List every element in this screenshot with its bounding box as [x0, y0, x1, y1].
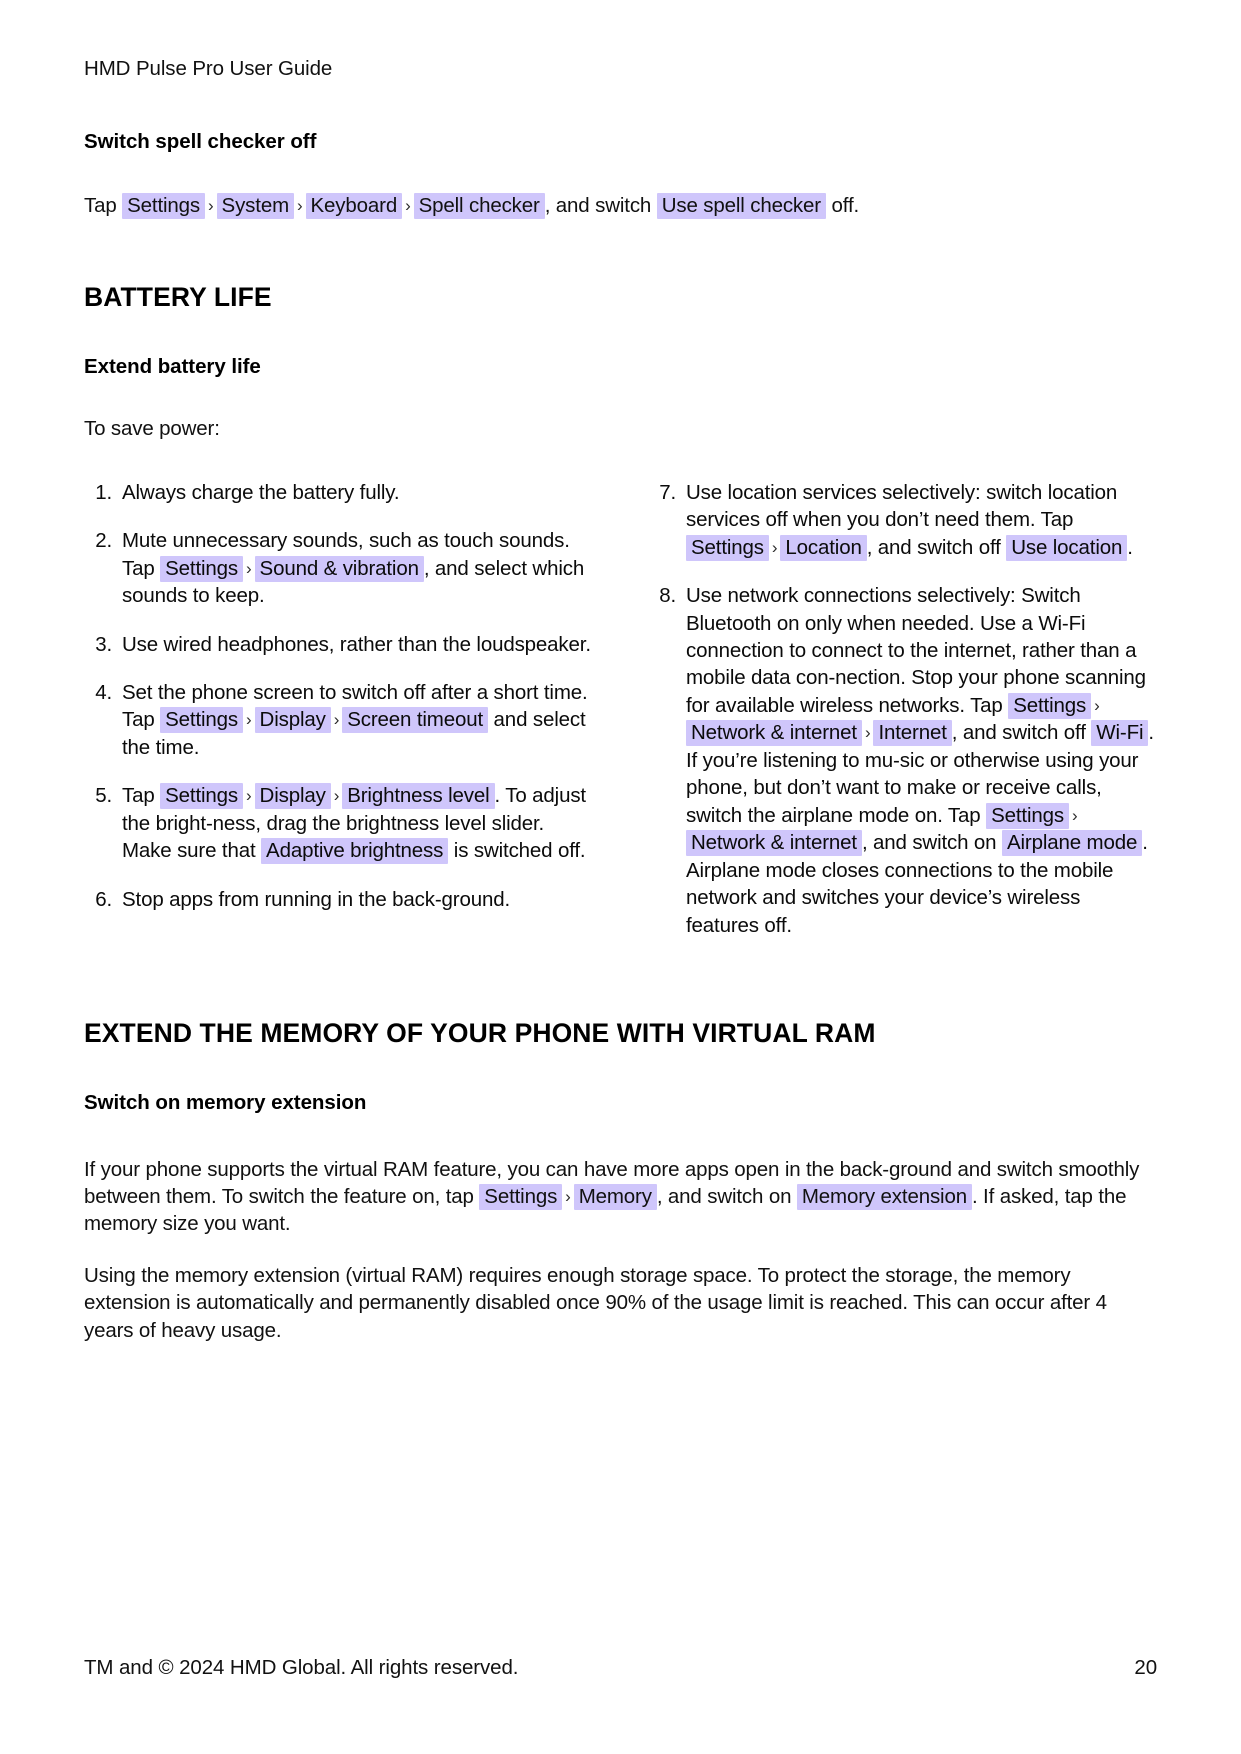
chip-settings[interactable]: Settings	[986, 802, 1069, 829]
chip-memory-extension[interactable]: Memory extension	[796, 1184, 972, 1211]
text-tap: Tap	[84, 194, 117, 218]
paragraph-to-save-power: To save power:	[84, 417, 220, 441]
two-column-list: 1. Always charge the battery fully. 2. Mute…	[84, 479, 1157, 961]
list-item: 2. Mute unnecessary sounds, such as touch…	[84, 527, 592, 609]
section-title-virtual-ram: EXTEND THE MEMORY OF YOUR PHONE WITH VIR…	[84, 1018, 876, 1049]
chevron-right-icon: ›	[333, 710, 340, 730]
chevron-right-icon: ›	[405, 196, 411, 216]
text-and-switch: , and switch	[544, 194, 652, 218]
list-item-text: Mute unnecessary sounds, such as touch s…	[122, 529, 584, 607]
chip-memory[interactable]: Memory	[573, 1184, 657, 1211]
body-text: Tap	[122, 784, 161, 808]
chip-settings[interactable]: Settings	[160, 783, 244, 810]
chip-location[interactable]: Location	[780, 534, 867, 561]
body-text: is switched off.	[448, 839, 586, 863]
heading-extend-battery-life: Extend battery life	[84, 354, 261, 378]
chip-display[interactable]: Display	[254, 707, 331, 734]
footer-copyright: TM and © 2024 HMD Global. All rights res…	[84, 1656, 519, 1679]
chevron-right-icon: ›	[864, 723, 871, 743]
list-item-number: 1.	[95, 480, 112, 504]
list-item-number: 4.	[95, 680, 112, 704]
list-item-text: Use network connections selectively: Swi…	[686, 584, 1154, 937]
chip-sound-vibration[interactable]: Sound & vibration	[254, 555, 424, 582]
list-item-text: Always charge the battery fully.	[122, 480, 400, 504]
chevron-right-icon: ›	[1071, 805, 1078, 825]
list-item-text: Set the phone screen to switch off after…	[122, 681, 588, 759]
chip-use-spell-checker[interactable]: Use spell checker	[656, 193, 826, 220]
chip-use-location[interactable]: Use location	[1006, 534, 1128, 561]
chevron-right-icon: ›	[208, 196, 214, 216]
list-item: 8. Use network connections selectively: S…	[648, 582, 1156, 939]
chip-settings[interactable]: Settings	[160, 707, 244, 734]
body-text: , and switch off	[866, 535, 1007, 559]
page-footer: TM and © 2024 HMD Global. All rights res…	[84, 1656, 1157, 1680]
list-item: 4. Set the phone screen to switch off aft…	[84, 679, 592, 761]
column-right: 7. Use location services selectively: swi…	[648, 479, 1156, 961]
chevron-right-icon: ›	[246, 786, 252, 806]
chip-screen-timeout[interactable]: Screen timeout	[342, 707, 489, 734]
chevron-right-icon: ›	[246, 710, 252, 730]
body-text: .	[1127, 535, 1133, 559]
body-text: , and switch off	[951, 721, 1092, 745]
page-content: HMD Pulse Pro User Guide Switch spell ch…	[84, 0, 1157, 1344]
chip-settings[interactable]: Settings	[686, 534, 769, 561]
chip-network-internet[interactable]: Network & internet	[686, 720, 862, 747]
list-item-text: Tap Settings › Display › Brightness level. T…	[122, 783, 586, 865]
chevron-right-icon: ›	[1094, 695, 1100, 715]
chip-settings[interactable]: Settings	[122, 193, 206, 220]
body-text: Stop apps from running in the back-groun…	[122, 887, 510, 911]
chip-settings[interactable]: Settings	[479, 1184, 563, 1211]
list-item-text: Stop apps from running in the back-groun…	[122, 888, 510, 911]
paragraph-virtual-ram-switch-on: If your phone supports the virtual RAM f…	[84, 1156, 1157, 1238]
chip-airplane-mode[interactable]: Airplane mode	[1001, 830, 1143, 857]
chip-adaptive-brightness[interactable]: Adaptive brightness	[261, 838, 449, 865]
text-off: off.	[831, 194, 860, 218]
chip-network-internet[interactable]: Network & internet	[686, 830, 862, 857]
document-page: HMD Pulse Pro User Guide Switch spell ch…	[0, 0, 1241, 1754]
list-item-text: Use location services selectively: switc…	[686, 480, 1133, 561]
chevron-right-icon: ›	[297, 196, 303, 216]
body-text: Use location services selectively: switc…	[686, 480, 1118, 532]
list-item: 1. Always charge the battery fully.	[84, 479, 592, 506]
body-text: Use wired headphones, rather than the lo…	[122, 632, 591, 656]
chip-brightness-level[interactable]: Brightness level	[342, 783, 495, 810]
list-item-number: 5.	[95, 784, 112, 808]
paragraph-virtual-ram-storage: Using the memory extension (virtual RAM)…	[84, 1263, 1107, 1342]
paragraph-spell-checker-path: Tap Settings › System › Keyboard › Spell check…	[84, 192, 1157, 220]
chevron-right-icon: ›	[771, 537, 778, 557]
list-item-number: 7.	[659, 480, 676, 504]
chip-settings[interactable]: Settings	[160, 555, 244, 582]
chip-system[interactable]: System	[216, 193, 294, 220]
body-text: , and switch on	[861, 831, 1002, 855]
heading-switch-spell-checker-off: Switch spell checker off	[84, 129, 317, 153]
chip-settings[interactable]: Settings	[1008, 692, 1092, 719]
list-item-text: Use wired headphones, rather than the lo…	[122, 633, 591, 656]
list-item-number: 3.	[95, 632, 112, 656]
body-text: Always charge the battery fully.	[122, 480, 400, 504]
body-text: , and switch on	[656, 1185, 797, 1209]
battery-steps-right: 7. Use location services selectively: swi…	[648, 479, 1156, 940]
running-head: HMD Pulse Pro User Guide	[84, 57, 333, 80]
chevron-right-icon: ›	[565, 1187, 571, 1207]
page-number: 20	[1134, 1656, 1157, 1679]
list-item-number: 8.	[659, 584, 676, 608]
chip-keyboard[interactable]: Keyboard	[305, 193, 403, 220]
battery-steps-left: 1. Always charge the battery fully. 2. Mute…	[84, 479, 592, 914]
list-item-number: 2.	[95, 529, 112, 553]
list-item: 5. Tap Settings › Display › Brightness level.…	[84, 782, 592, 865]
section-title-battery-life: BATTERY LIFE	[84, 281, 272, 312]
chip-wi-fi[interactable]: Wi-Fi	[1091, 720, 1149, 747]
list-item: 7. Use location services selectively: swi…	[648, 479, 1156, 561]
chevron-right-icon: ›	[333, 786, 340, 806]
chevron-right-icon: ›	[246, 558, 252, 578]
chip-display[interactable]: Display	[254, 783, 331, 810]
list-item: 6. Stop apps from running in the back-gro…	[84, 886, 592, 913]
list-item-number: 6.	[95, 887, 112, 911]
list-item: 3. Use wired headphones, rather than the …	[84, 631, 592, 658]
heading-switch-on-memory-extension: Switch on memory extension	[84, 1090, 367, 1114]
column-left: 1. Always charge the battery fully. 2. Mute…	[84, 479, 592, 961]
chip-internet[interactable]: Internet	[873, 720, 952, 747]
chip-spell-checker[interactable]: Spell checker	[413, 193, 545, 220]
